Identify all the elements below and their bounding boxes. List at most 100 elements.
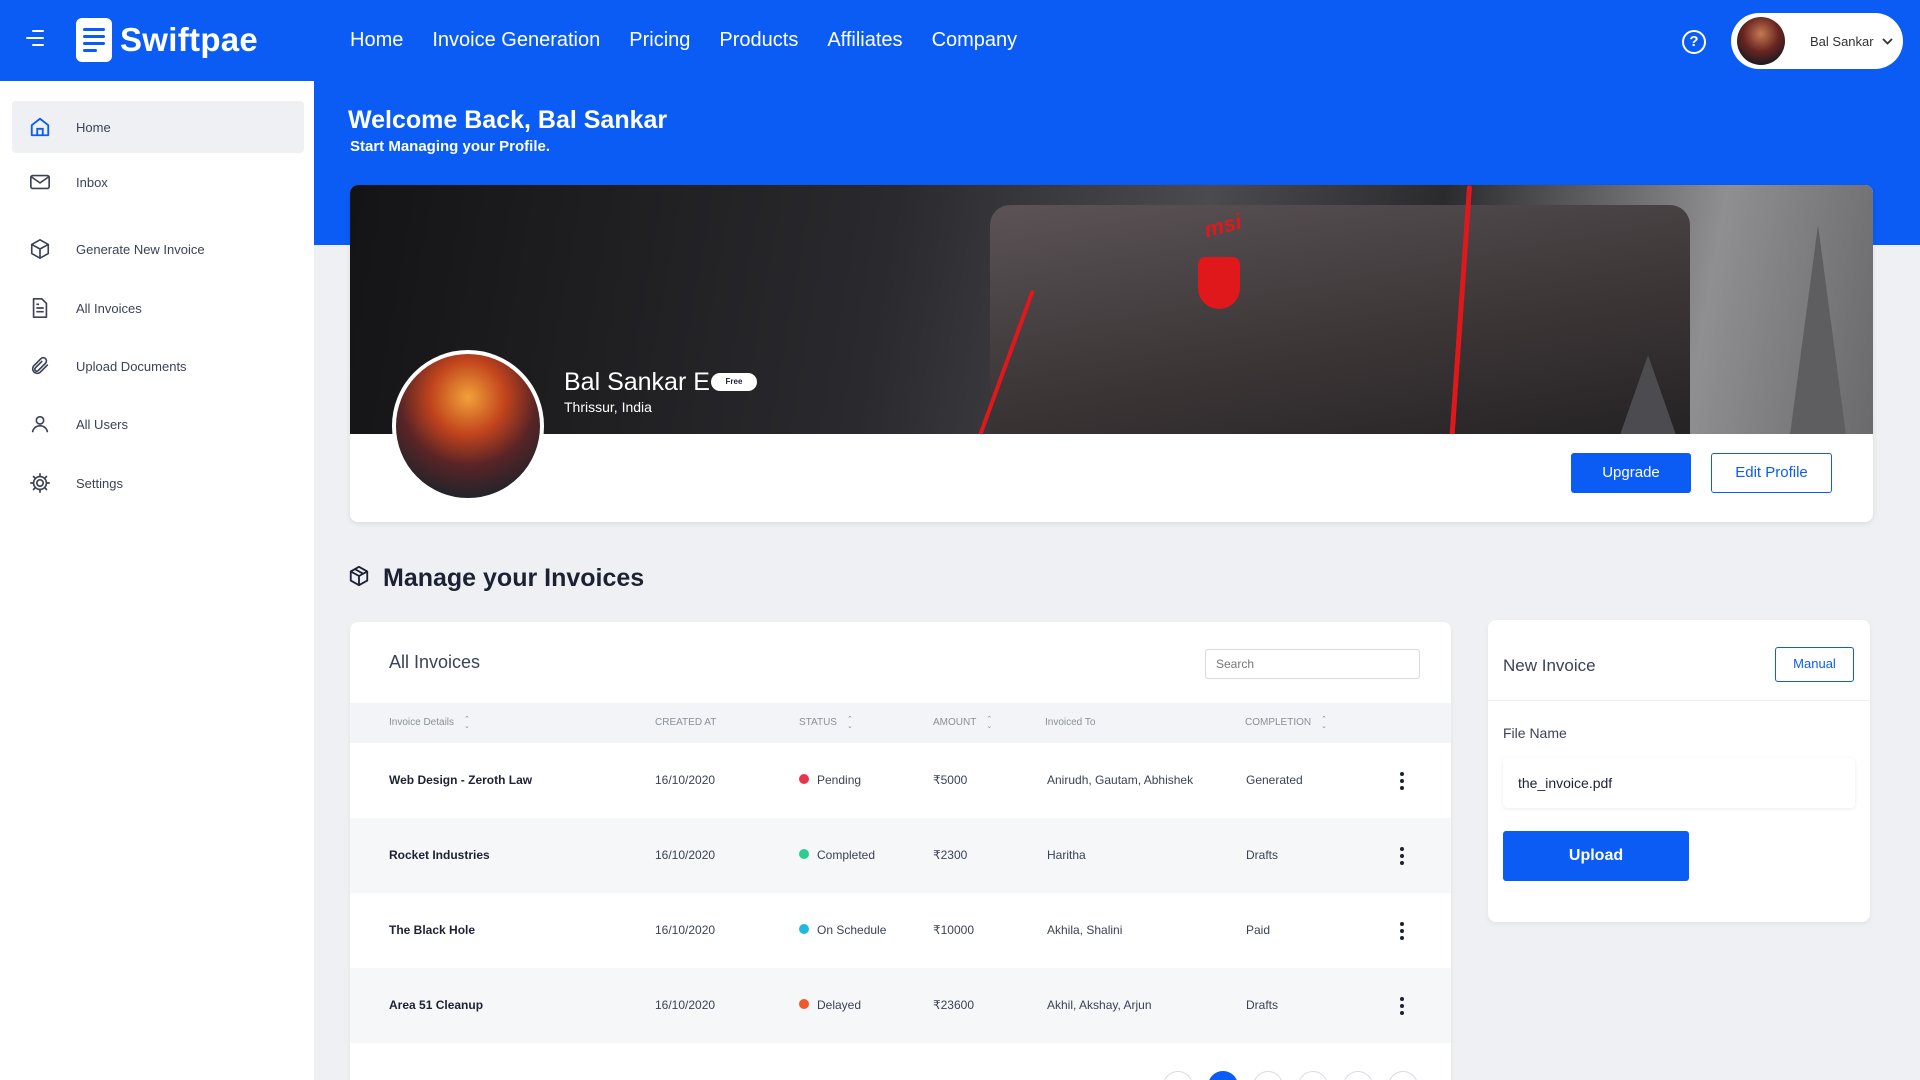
sidebar-item-label: All Invoices <box>76 300 142 316</box>
help-icon[interactable]: ? <box>1682 30 1706 54</box>
profile-card: msi Bal Sankar E Free Thrissur, India Up… <box>350 185 1873 522</box>
status-dot <box>799 998 809 1009</box>
table-row[interactable]: Web Design - Zeroth Law 16/10/2020 Pendi… <box>350 743 1451 818</box>
amount: ₹5000 <box>933 773 968 787</box>
main-nav: Home Invoice Generation Pricing Products… <box>350 0 1017 81</box>
invoices-title: All Invoices <box>389 652 481 672</box>
page-button[interactable] <box>1298 1071 1328 1080</box>
created-date: 16/10/2020 <box>655 848 716 862</box>
brand-logo <box>1198 257 1240 309</box>
gear-icon <box>28 471 52 495</box>
table-row[interactable]: Rocket Industries 16/10/2020 Completed ₹… <box>350 818 1451 893</box>
table-header: Invoice Details ⌃ ⌄ CREATED AT STATUS ⌃ ⌄ AM… <box>350 703 1451 743</box>
nav-products[interactable]: Products <box>719 29 798 52</box>
home-icon <box>28 115 52 139</box>
chevron-down-icon <box>1881 34 1893 48</box>
status-badge: Completed <box>799 818 875 893</box>
sort-icon[interactable]: ⌃ ⌄ <box>847 716 853 730</box>
column-amount[interactable]: AMOUNT ⌃ ⌄ <box>933 703 992 743</box>
upgrade-button[interactable]: Upgrade <box>1571 453 1691 493</box>
more-options-icon[interactable] <box>1394 919 1410 943</box>
page-button[interactable] <box>1163 1071 1193 1080</box>
invoices-card: All Invoices Invoice Details⌃⌄ CREATED A… <box>350 622 1451 1080</box>
sidebar-item-settings[interactable]: Settings <box>12 457 304 509</box>
sidebar-item-upload-documents[interactable]: Upload Documents <box>12 340 304 392</box>
user-icon <box>28 412 52 436</box>
more-options-icon[interactable] <box>1394 844 1410 868</box>
status-dot <box>799 923 809 934</box>
document-icon <box>28 296 52 320</box>
column-completion[interactable]: COMPLETION ⌃ ⌄ <box>1245 703 1327 743</box>
amount: ₹23600 <box>933 998 975 1012</box>
upload-button[interactable]: Upload <box>1503 831 1689 881</box>
page-button[interactable] <box>1343 1071 1373 1080</box>
box-icon <box>348 565 370 592</box>
table-row[interactable]: Area 51 Cleanup 16/10/2020 Delayed ₹2360… <box>350 968 1451 1043</box>
app-logo[interactable]: Swiftpae <box>76 18 258 62</box>
top-navbar: Swiftpae Home Invoice Generation Pricing… <box>0 0 1920 81</box>
user-menu[interactable]: Bal Sankar <box>1731 13 1903 69</box>
avatar <box>1737 17 1785 65</box>
more-options-icon[interactable] <box>1394 994 1410 1018</box>
more-options-icon[interactable] <box>1394 769 1410 793</box>
created-date: 16/10/2020 <box>655 923 716 937</box>
section-title: Manage your Invoices <box>383 564 645 592</box>
box-icon <box>28 237 52 261</box>
created-date: 16/10/2020 <box>655 773 716 787</box>
nav-home[interactable]: Home <box>350 29 403 52</box>
nav-pricing[interactable]: Pricing <box>629 29 690 52</box>
sort-icon[interactable]: ⌃ ⌄ <box>986 716 992 730</box>
sort-icon[interactable]: ⌃ ⌄ <box>464 716 470 730</box>
page-button[interactable] <box>1388 1071 1418 1080</box>
search-input[interactable] <box>1205 649 1420 679</box>
nav-invoice-generation[interactable]: Invoice Generation <box>432 29 600 52</box>
sidebar-item-label: Settings <box>76 475 123 491</box>
sidebar-item-label: Generate New Invoice <box>76 241 205 257</box>
status-dot <box>799 848 809 859</box>
edit-profile-button[interactable]: Edit Profile <box>1711 453 1832 493</box>
sidebar-item-inbox[interactable]: Inbox <box>12 156 304 208</box>
divider <box>1488 700 1870 701</box>
sidebar-item-all-invoices[interactable]: All Invoices <box>12 282 304 334</box>
invoiced-to: Akhila, Shalini <box>1047 923 1123 937</box>
sidebar-item-generate-invoice[interactable]: Generate New Invoice <box>12 223 304 275</box>
sidebar-item-home[interactable]: Home <box>12 101 304 153</box>
section-heading: Manage your Invoices <box>348 564 644 593</box>
profile-avatar[interactable] <box>392 350 544 502</box>
completion: Generated <box>1246 773 1303 787</box>
created-date: 16/10/2020 <box>655 998 716 1012</box>
profile-name: Bal Sankar E <box>564 368 710 396</box>
amount: ₹2300 <box>933 848 968 862</box>
menu-icon[interactable] <box>26 30 48 50</box>
file-name-label: File Name <box>1503 725 1567 741</box>
user-name: Bal Sankar <box>1810 33 1874 49</box>
logo-icon <box>76 18 112 62</box>
column-created-at: CREATED AT <box>655 717 717 728</box>
status-badge: Delayed <box>799 968 861 1043</box>
sort-icon[interactable]: ⌃ ⌄ <box>1321 716 1327 730</box>
invoiced-to: Haritha <box>1047 848 1086 862</box>
invoice-name[interactable]: The Black Hole <box>389 893 475 968</box>
invoice-name[interactable]: Area 51 Cleanup <box>389 968 483 1043</box>
file-name-field[interactable] <box>1503 758 1855 808</box>
amount: ₹10000 <box>933 923 975 937</box>
invoiced-to: Akhil, Akshay, Arjun <box>1047 998 1152 1012</box>
invoice-name[interactable]: Web Design - Zeroth Law <box>389 743 532 818</box>
column-status[interactable]: STATUS ⌃ ⌄ <box>799 703 853 743</box>
completion: Drafts <box>1246 848 1279 862</box>
column-invoiced-to: Invoiced To <box>1045 717 1096 728</box>
table-row[interactable]: The Black Hole 16/10/2020 On Schedule ₹1… <box>350 893 1451 968</box>
nav-company[interactable]: Company <box>932 29 1018 52</box>
completion: Drafts <box>1246 998 1279 1012</box>
page-button[interactable] <box>1253 1071 1283 1080</box>
completion: Paid <box>1246 923 1271 937</box>
page-button-active[interactable] <box>1208 1071 1238 1080</box>
new-invoice-title: New Invoice <box>1503 656 1596 675</box>
invoice-name[interactable]: Rocket Industries <box>389 818 490 893</box>
mail-icon <box>28 170 52 194</box>
column-invoice-details[interactable]: Invoice Details ⌃ ⌄ <box>389 703 470 743</box>
sidebar-item-all-users[interactable]: All Users <box>12 398 304 450</box>
status-dot <box>799 773 809 784</box>
manual-button[interactable]: Manual <box>1775 647 1854 682</box>
nav-affiliates[interactable]: Affiliates <box>827 29 902 52</box>
